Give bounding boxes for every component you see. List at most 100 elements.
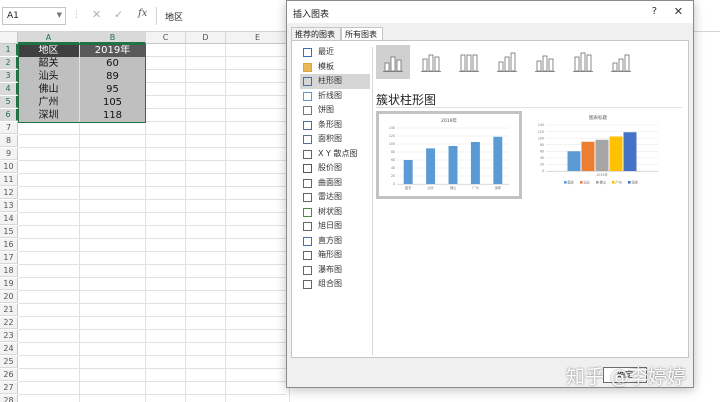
- row-header[interactable]: 15: [0, 226, 18, 238]
- row-header[interactable]: 9: [0, 148, 18, 160]
- row-header[interactable]: 26: [0, 369, 18, 381]
- column-subtype-button[interactable]: [604, 45, 638, 79]
- chart-category-item[interactable]: 组合图: [300, 277, 370, 292]
- enter-icon[interactable]: ✓: [114, 8, 123, 21]
- row-header[interactable]: 8: [0, 135, 18, 147]
- chart-category-item[interactable]: 树状图: [300, 205, 370, 220]
- chart-title: 图表标题: [589, 114, 607, 121]
- row-header[interactable]: 28: [0, 395, 18, 402]
- gridline: [18, 173, 286, 174]
- row-header[interactable]: 24: [0, 343, 18, 355]
- bar: [581, 141, 595, 171]
- close-icon[interactable]: ✕: [674, 5, 683, 18]
- row-header[interactable]: 7: [0, 122, 18, 134]
- row-header[interactable]: 22: [0, 317, 18, 329]
- row-header[interactable]: 17: [0, 252, 18, 264]
- chart-type-icon: [303, 207, 312, 217]
- column-subtype-button[interactable]: [452, 45, 486, 79]
- chart-category-label: 饼图: [318, 105, 334, 114]
- row-header[interactable]: 25: [0, 356, 18, 368]
- legend-swatch: [580, 181, 583, 184]
- chart-category-item[interactable]: 模板: [300, 60, 370, 75]
- chart-category-item[interactable]: 股价图: [300, 161, 370, 176]
- row-header[interactable]: 23: [0, 330, 18, 342]
- bar: [609, 136, 623, 171]
- chart-category-item[interactable]: 饼图: [300, 103, 370, 118]
- chart-type-icon: [303, 178, 312, 188]
- column-subtype-button[interactable]: [528, 45, 562, 79]
- column-header[interactable]: D: [186, 32, 226, 44]
- preview-card-2[interactable]: 图表标题 0 20 40 60 80 100 120 140 2019年 韶关 汕头 佛山 广州 深圳: [528, 111, 668, 199]
- gridline: [18, 225, 286, 226]
- gridline: [18, 199, 286, 200]
- y-tick-label: 140: [538, 123, 544, 127]
- select-all-corner[interactable]: [0, 32, 18, 44]
- column-header[interactable]: A: [18, 32, 80, 44]
- gridline: [18, 381, 286, 382]
- chart-type-icon: [303, 236, 312, 246]
- chart-category-item[interactable]: 箱形图: [300, 248, 370, 263]
- chart-category-item[interactable]: 曲面图: [300, 176, 370, 191]
- chart-category-item[interactable]: 面积图: [300, 132, 370, 147]
- preview-chart-1: 2019年 0 20 40 60 80 100 120 140 韶关 汕头 佛山 广州 深圳: [389, 117, 509, 190]
- tab-recommended[interactable]: 推荐的图表: [291, 27, 341, 41]
- preview-card-1[interactable]: 2019年 0 20 40 60 80 100 120 140 韶关 汕头 佛山 广州 深圳: [376, 111, 522, 199]
- column-subtype-button[interactable]: [376, 45, 410, 79]
- chart-category-item[interactable]: 折线图: [300, 89, 370, 104]
- row-header[interactable]: 19: [0, 278, 18, 290]
- row-header[interactable]: 10: [0, 161, 18, 173]
- row-header[interactable]: 11: [0, 174, 18, 186]
- chart-category-item[interactable]: 条形图: [300, 118, 370, 133]
- chevron-down-icon[interactable]: ▼: [57, 11, 62, 19]
- cancel-icon[interactable]: ✕: [92, 8, 101, 21]
- help-icon[interactable]: ?: [652, 6, 657, 17]
- bar: [403, 160, 413, 184]
- chart-category-item[interactable]: 最近: [300, 45, 370, 60]
- column-header[interactable]: E: [226, 32, 290, 44]
- bar: [448, 146, 458, 184]
- chart-title: 2019年: [441, 117, 457, 124]
- chart-category-list: 最近 模板 柱形图 折线图 饼图条形图 面积图 X Y 散点图 股价图 曲面图 雷达图 树状图 旭日图…: [300, 45, 370, 292]
- row-header[interactable]: 16: [0, 239, 18, 251]
- column-chart-icon: [573, 52, 593, 72]
- row-header[interactable]: 20: [0, 291, 18, 303]
- row-header[interactable]: 12: [0, 187, 18, 199]
- row-header[interactable]: 4: [0, 83, 18, 95]
- chart-type-icon: [303, 193, 312, 202]
- row-header[interactable]: 18: [0, 265, 18, 277]
- formula-input[interactable]: 地区: [156, 7, 288, 25]
- row-header[interactable]: 5: [0, 96, 18, 108]
- column-subtype-button[interactable]: [490, 45, 524, 79]
- row-header[interactable]: 27: [0, 382, 18, 394]
- chart-category-item[interactable]: 瀑布图: [300, 263, 370, 278]
- gridline: [18, 134, 286, 135]
- column-header[interactable]: C: [146, 32, 186, 44]
- row-header[interactable]: 1: [0, 44, 18, 56]
- divider: [372, 47, 373, 355]
- gridline: [18, 342, 286, 343]
- row-header[interactable]: 21: [0, 304, 18, 316]
- chart-category-item[interactable]: X Y 散点图: [300, 147, 370, 162]
- row-header[interactable]: 6: [0, 109, 18, 121]
- formula-bar-separator: ⋮: [72, 10, 81, 20]
- chart-category-item[interactable]: 柱形图: [300, 74, 370, 89]
- row-header[interactable]: 3: [0, 70, 18, 82]
- column-subtype-button[interactable]: [414, 45, 448, 79]
- x-tick-label: 汕头: [427, 185, 434, 190]
- gridline: [18, 329, 286, 330]
- insert-function-icon[interactable]: fx: [138, 8, 147, 19]
- tab-all-charts[interactable]: 所有图表: [341, 27, 383, 41]
- chart-category-item[interactable]: 旭日图: [300, 219, 370, 234]
- x-tick-label: 佛山: [450, 185, 456, 190]
- chart-category-item[interactable]: 雷达图: [300, 190, 370, 205]
- name-box[interactable]: A1 ▼: [2, 7, 66, 25]
- x-tick-label: 广州: [472, 185, 478, 190]
- bar: [595, 139, 609, 171]
- column-header[interactable]: B: [80, 32, 146, 44]
- column-subtype-button[interactable]: [566, 45, 600, 79]
- row-header[interactable]: 2: [0, 57, 18, 69]
- row-header[interactable]: 14: [0, 213, 18, 225]
- subtype-name: 簇状柱形图: [376, 93, 437, 107]
- chart-category-item[interactable]: 直方图: [300, 234, 370, 249]
- row-header[interactable]: 13: [0, 200, 18, 212]
